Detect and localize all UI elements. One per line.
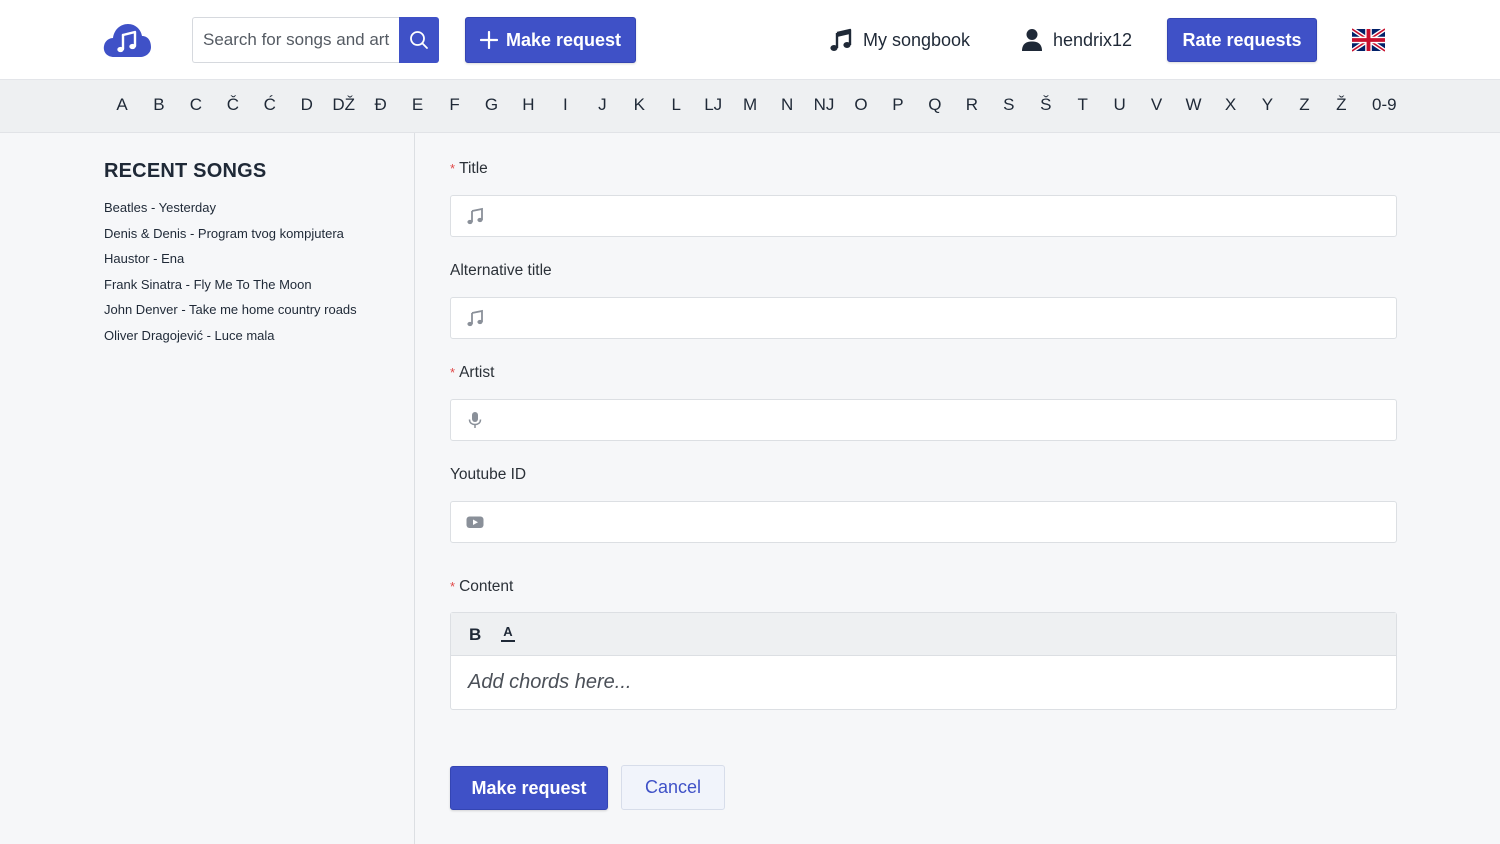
- editor-toolbar: B A: [451, 613, 1396, 656]
- user-menu[interactable]: hendrix12: [1021, 22, 1132, 58]
- youtube-id-input[interactable]: [495, 502, 1385, 542]
- alphabet-bar: A B C Č Ć D DŽ Đ E F G H I J K L LJ M N NJ O P Q R S Š T U V W X Y Z Ž 0-9: [0, 80, 1500, 133]
- alphabet-letter[interactable]: Č: [227, 95, 239, 115]
- recent-song-item[interactable]: Denis & Denis - Program tvog kompjutera: [104, 221, 384, 247]
- alphabet-letter[interactable]: 0-9: [1372, 95, 1397, 115]
- alphabet-letter[interactable]: O: [854, 95, 867, 115]
- alphabet-letter[interactable]: G: [485, 95, 498, 115]
- alphabet-letter[interactable]: DŽ: [332, 95, 355, 115]
- content-label: * Content: [450, 578, 514, 595]
- username: hendrix12: [1053, 29, 1133, 50]
- title-field: [450, 195, 1397, 237]
- recent-song-item[interactable]: Frank Sinatra - Fly Me To The Moon: [104, 272, 384, 298]
- sidebar: RECENT SONGS Beatles - Yesterday Denis &…: [0, 133, 415, 844]
- alphabet-letter[interactable]: W: [1186, 95, 1202, 115]
- youtube-id-field: [450, 501, 1397, 543]
- alphabet-letter[interactable]: Y: [1262, 95, 1273, 115]
- recent-song-item[interactable]: John Denver - Take me home country roads: [104, 297, 384, 323]
- alphabet-letter[interactable]: Ć: [264, 95, 276, 115]
- alphabet-letter[interactable]: D: [301, 95, 313, 115]
- rate-requests-button[interactable]: Rate requests: [1167, 18, 1317, 62]
- microphone-icon: [468, 412, 482, 428]
- artist-field: [450, 399, 1397, 441]
- uk-flag-icon[interactable]: [1350, 27, 1387, 53]
- music-note-icon: [467, 207, 483, 225]
- bold-button[interactable]: B: [469, 625, 481, 645]
- top-header: Make request My songbook hendrix12 Rate …: [0, 0, 1500, 80]
- artist-label: * Artist: [450, 364, 495, 381]
- alternative-title-input[interactable]: [495, 298, 1385, 338]
- cancel-button[interactable]: Cancel: [621, 765, 725, 810]
- my-songbook-label: My songbook: [863, 29, 971, 50]
- title-input[interactable]: [495, 196, 1385, 236]
- youtube-icon: [466, 516, 484, 528]
- recent-songs-title: RECENT SONGS: [104, 160, 267, 182]
- alphabet-letter[interactable]: R: [966, 95, 978, 115]
- alphabet-letter[interactable]: Z: [1299, 95, 1309, 115]
- alphabet-letter[interactable]: B: [153, 95, 164, 115]
- alphabet-letter[interactable]: Q: [928, 95, 941, 115]
- alphabet-letter[interactable]: A: [116, 95, 127, 115]
- alternative-title-field: [450, 297, 1397, 339]
- alphabet-letter[interactable]: X: [1225, 95, 1236, 115]
- alphabet-letter[interactable]: P: [892, 95, 903, 115]
- alphabet-letter[interactable]: N: [781, 95, 793, 115]
- alphabet-letter[interactable]: NJ: [814, 95, 835, 115]
- alphabet-letter[interactable]: K: [634, 95, 645, 115]
- music-note-icon: [467, 309, 483, 327]
- alphabet-letter[interactable]: H: [522, 95, 534, 115]
- alphabet-letter[interactable]: S: [1003, 95, 1014, 115]
- my-songbook-link[interactable]: My songbook: [829, 22, 970, 58]
- search-icon: [410, 31, 428, 49]
- alphabet-letter[interactable]: E: [412, 95, 423, 115]
- search-box: [192, 17, 439, 63]
- required-mark: *: [450, 161, 456, 176]
- recent-song-item[interactable]: Oliver Dragojević - Luce mala: [104, 323, 384, 349]
- recent-song-item[interactable]: Beatles - Yesterday: [104, 195, 384, 221]
- alphabet-letter[interactable]: Ž: [1336, 95, 1346, 115]
- rate-requests-label: Rate requests: [1182, 29, 1302, 50]
- text-color-icon: A: [503, 624, 513, 639]
- alphabet-letter[interactable]: C: [190, 95, 202, 115]
- color-underline: [501, 640, 515, 642]
- alphabet-letter[interactable]: Đ: [375, 95, 387, 115]
- music-note-icon: [830, 28, 852, 51]
- recent-songs-list: Beatles - Yesterday Denis & Denis - Prog…: [104, 195, 384, 348]
- title-label: * Title: [450, 160, 488, 177]
- user-icon: [1022, 29, 1042, 51]
- search-button[interactable]: [399, 17, 439, 63]
- youtube-id-label: Youtube ID: [450, 466, 527, 483]
- plus-icon: [479, 31, 498, 49]
- required-mark: *: [450, 579, 456, 594]
- make-request-header-button[interactable]: Make request: [465, 17, 636, 63]
- artist-input[interactable]: [495, 400, 1385, 440]
- text-color-button[interactable]: A: [501, 625, 515, 643]
- alphabet-letter[interactable]: U: [1114, 95, 1126, 115]
- alphabet-letter[interactable]: V: [1151, 95, 1162, 115]
- alphabet-letter[interactable]: F: [449, 95, 459, 115]
- recent-song-item[interactable]: Haustor - Ena: [104, 246, 384, 272]
- submit-request-button[interactable]: Make request: [450, 766, 608, 810]
- make-request-header-label: Make request: [505, 29, 622, 50]
- alphabet-letter[interactable]: Š: [1040, 95, 1051, 115]
- alternative-title-label: Alternative title: [450, 262, 552, 279]
- alphabet-letter[interactable]: T: [1077, 95, 1087, 115]
- alphabet-letter[interactable]: J: [598, 95, 607, 115]
- required-mark: *: [450, 365, 456, 380]
- alphabet-letter[interactable]: LJ: [704, 95, 722, 115]
- alphabet-letter[interactable]: M: [743, 95, 757, 115]
- cloud-music-icon[interactable]: [102, 21, 152, 59]
- alphabet-letter[interactable]: I: [563, 95, 568, 115]
- search-input[interactable]: [192, 17, 400, 63]
- content-editor: B A Add chords here...: [450, 612, 1397, 710]
- content-textarea[interactable]: Add chords here...: [468, 671, 631, 694]
- alphabet-letter[interactable]: L: [672, 95, 681, 115]
